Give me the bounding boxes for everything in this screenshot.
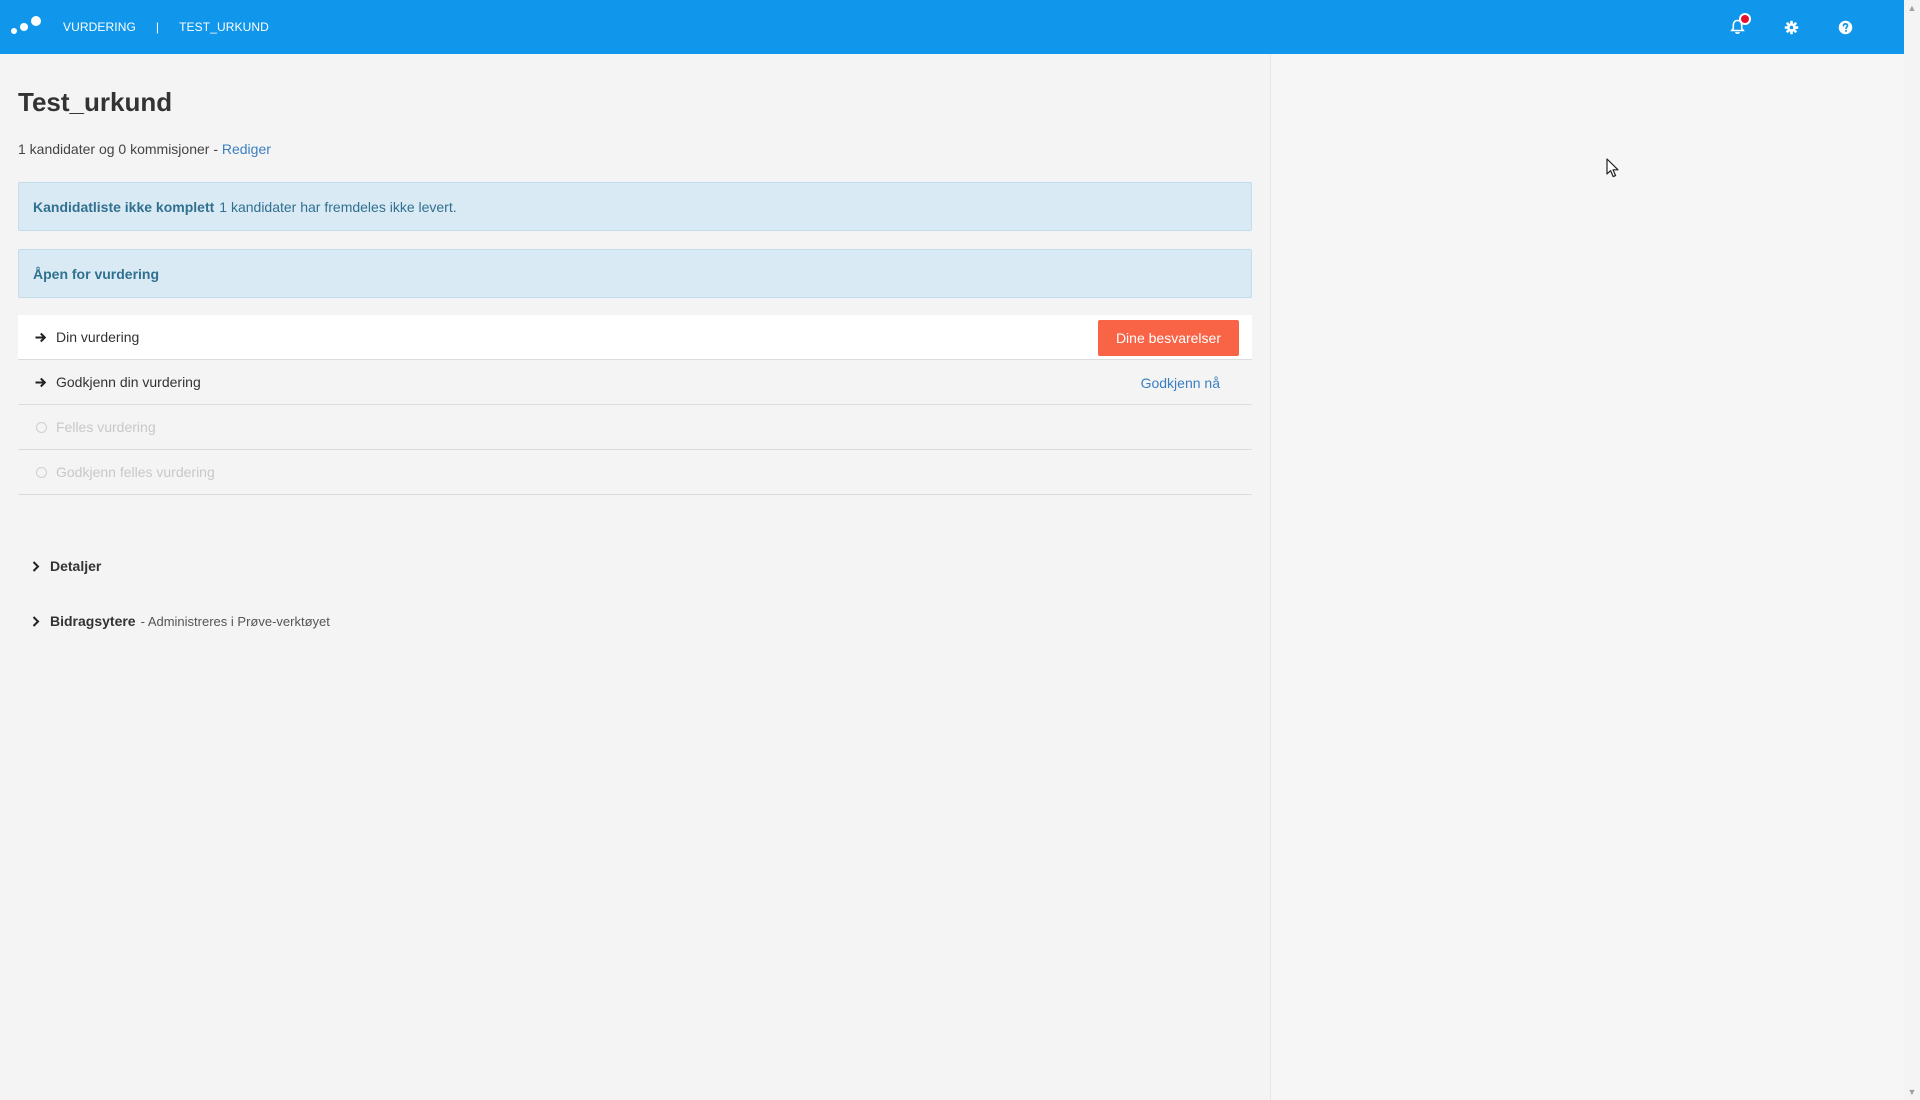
candidate-list-alert: Kandidatliste ikke komplett 1 kandidater… [18,182,1252,231]
notification-badge [1739,13,1751,25]
gear-icon [1784,20,1798,34]
notifications-button[interactable] [1726,13,1751,38]
summary-text: 1 kandidater og 0 kommisjoner - [18,141,222,157]
help-button[interactable] [1834,16,1856,38]
step-godkjenn-din-vurdering[interactable]: Godkjenn din vurdering Godkjenn nå [18,360,1252,405]
breadcrumb-separator: | [155,20,160,34]
mouse-cursor-icon [1606,158,1619,178]
edit-link[interactable]: Rediger [222,141,271,157]
section-detaljer-toggle[interactable]: Detaljer [30,558,101,574]
app-logo[interactable] [10,14,44,40]
arrow-right-icon [34,330,48,344]
scroll-down-arrow-icon[interactable]: ▼ [1904,1084,1920,1100]
assessment-summary: 1 kandidater og 0 kommisjoner - Rediger [18,141,271,157]
circle-icon [34,465,48,479]
chevron-right-icon [30,615,42,627]
section-title: Bidragsytere [50,613,136,629]
section-title: Detaljer [50,558,102,574]
breadcrumb-item-vurdering[interactable]: VURDERING [63,20,136,34]
chevron-right-icon [30,560,42,572]
alert-title: Åpen for vurdering [33,265,160,282]
circle-icon [34,420,48,434]
dine-besvarelser-button[interactable]: Dine besvarelser [1097,320,1239,356]
status-alert: Åpen for vurdering [18,249,1252,298]
breadcrumb: VURDERING | TEST_URKUND [63,0,269,54]
settings-button[interactable] [1780,16,1802,38]
step-label: Din vurdering [56,329,140,345]
alert-title: Kandidatliste ikke komplett [33,198,215,215]
step-felles-vurdering: Felles vurdering [18,405,1252,450]
page-title: Test_urkund [18,87,173,117]
step-label: Godkjenn din vurdering [56,374,201,390]
breadcrumb-item-current[interactable]: TEST_URKUND [179,20,269,34]
alert-text: 1 kandidater har fremdeles ikke levert. [219,198,457,215]
assessment-steps: Din vurdering Dine besvarelser Godkjenn … [18,315,1252,495]
help-icon [1838,20,1852,34]
section-note: - Administreres i Prøve-verktøyet [140,613,330,629]
step-label: Felles vurdering [56,419,156,435]
vertical-scrollbar[interactable]: ▲ ▼ [1904,0,1920,1100]
step-godkjenn-felles-vurdering: Godkjenn felles vurdering [18,450,1252,495]
side-panel [1270,54,1904,1100]
arrow-right-icon [34,375,48,389]
step-din-vurdering[interactable]: Din vurdering Dine besvarelser [18,315,1252,360]
section-bidragsytere-toggle[interactable]: Bidragsytere - Administreres i Prøve-ver… [30,613,330,629]
step-label: Godkjenn felles vurdering [56,464,215,480]
scroll-up-arrow-icon[interactable]: ▲ [1904,0,1920,16]
godkjenn-now-link[interactable]: Godkjenn nå [1141,360,1220,405]
top-navigation-bar: VURDERING | TEST_URKUND [0,0,1904,54]
